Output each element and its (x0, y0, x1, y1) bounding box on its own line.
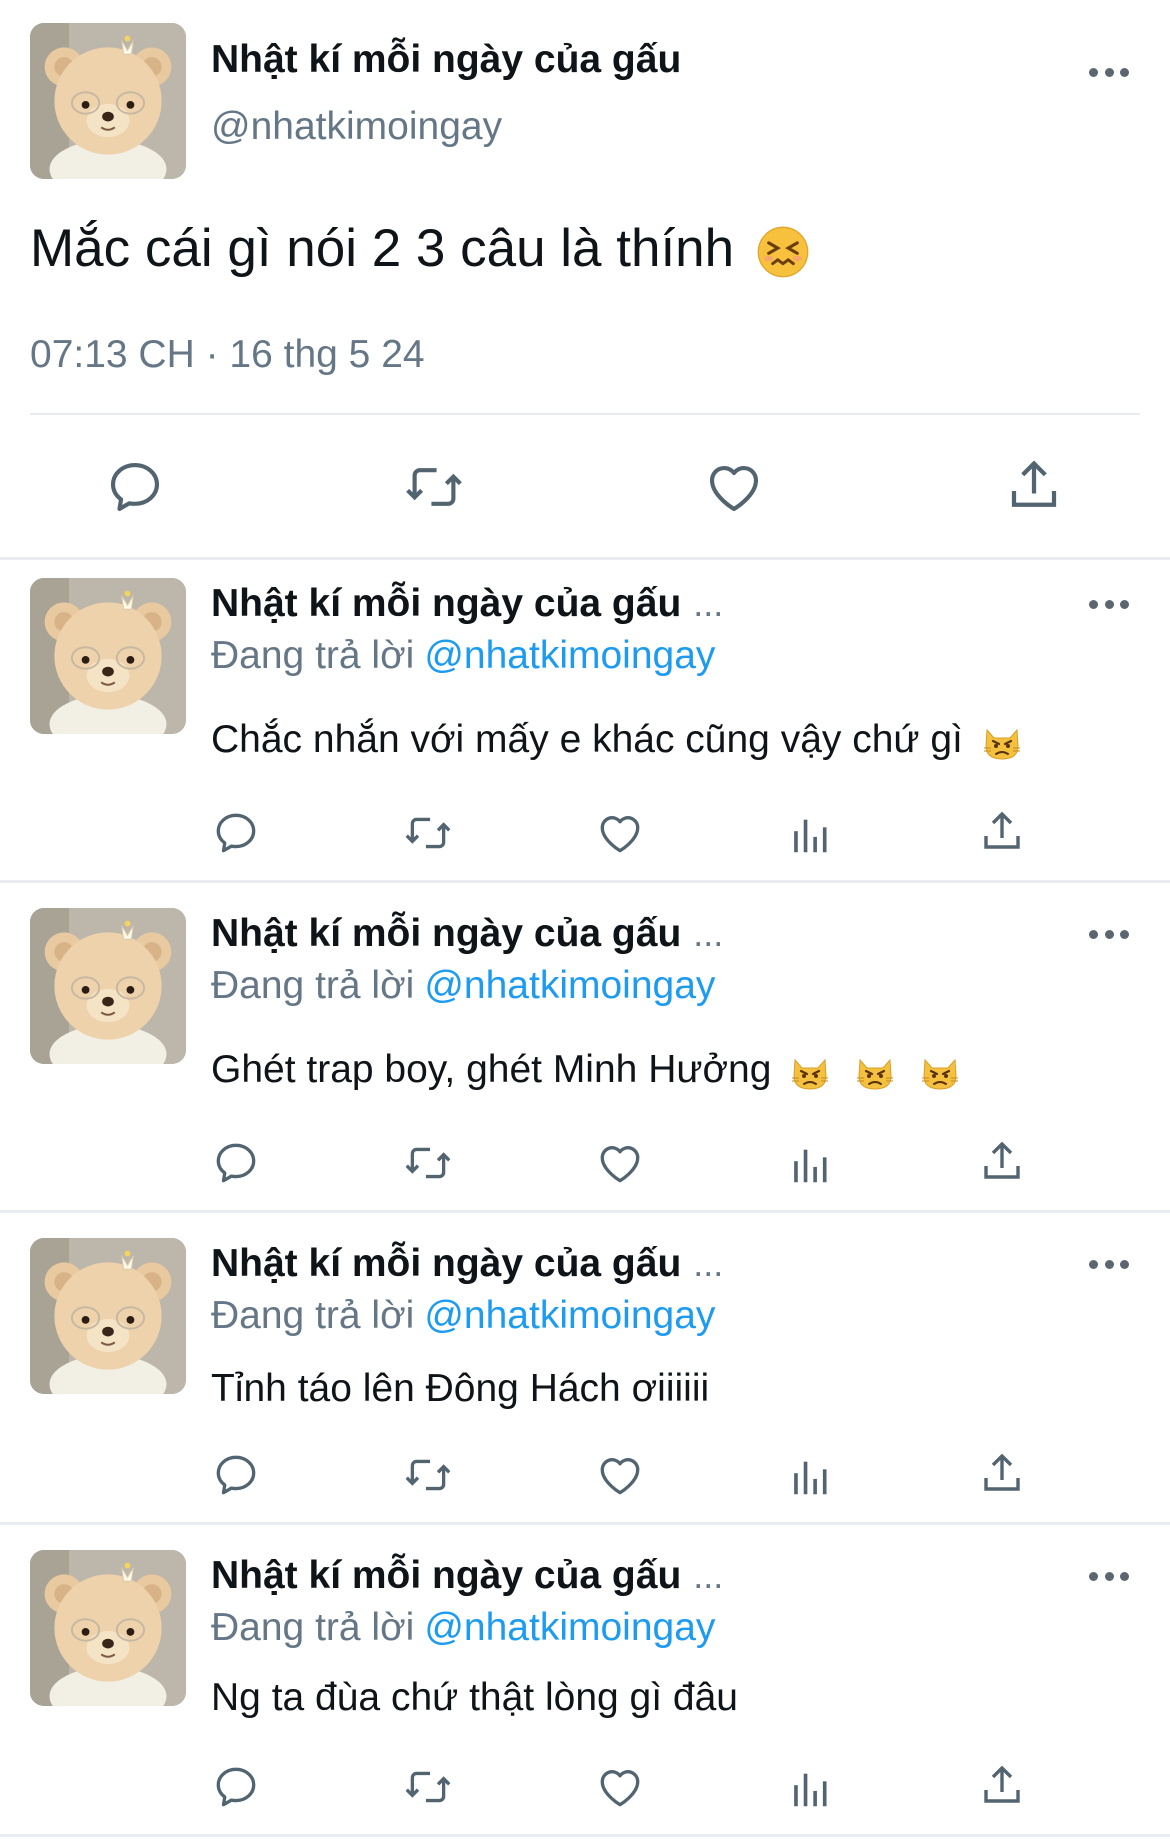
reply-header[interactable]: Nhật kí mỗi ngày của gấu... (211, 582, 723, 626)
reply-text-row: Ghét trap boy, ghét Minh Hưởng (211, 1048, 960, 1092)
retweet-icon[interactable] (401, 1450, 455, 1500)
tweet-timestamp[interactable]: 07:13 CH · 16 thg 5 24 (30, 333, 425, 377)
avatar[interactable] (30, 23, 186, 179)
mention-link[interactable]: @nhatkimoingay (424, 1294, 715, 1337)
reply-icon[interactable] (104, 456, 166, 518)
like-icon[interactable] (595, 1762, 645, 1812)
avatar[interactable] (30, 1238, 186, 1394)
retweet-icon[interactable] (401, 808, 455, 858)
tweet-text-row: Mắc cái gì nói 2 3 câu là thính (30, 218, 809, 279)
like-icon[interactable] (703, 456, 765, 518)
replying-to: Đang trả lời @nhatkimoingay (211, 634, 715, 678)
analytics-icon[interactable] (788, 1142, 834, 1188)
divider (0, 557, 1170, 560)
name-ellipsis: ... (693, 583, 724, 624)
author-handle[interactable]: @nhatkimoingay (211, 105, 502, 149)
retweet-icon[interactable] (400, 456, 468, 518)
reply-header[interactable]: Nhật kí mỗi ngày của gấu... (211, 1242, 723, 1286)
tweet-text: Mắc cái gì nói 2 3 câu là thính (30, 219, 735, 278)
pouting-cat-emoji (855, 1052, 895, 1092)
mention-link[interactable]: @nhatkimoingay (424, 1606, 715, 1649)
analytics-icon[interactable] (788, 1766, 834, 1812)
reply-icon[interactable] (211, 808, 261, 858)
replying-to: Đang trả lời @nhatkimoingay (211, 964, 715, 1008)
reply-text: Ng ta đùa chứ thật lòng gì đâu (211, 1676, 738, 1719)
reply-text: Ghét trap boy, ghét Minh Hưởng (211, 1048, 772, 1091)
author-name: Nhật kí mỗi ngày của gấu (211, 582, 682, 625)
divider (30, 413, 1140, 415)
retweet-icon[interactable] (401, 1138, 455, 1188)
replying-label: Đang trả lời (211, 964, 415, 1007)
reply-icon[interactable] (211, 1762, 261, 1812)
more-icon[interactable] (1089, 600, 1129, 612)
retweet-icon[interactable] (401, 1762, 455, 1812)
share-icon[interactable] (1004, 456, 1064, 516)
replying-label: Đang trả lời (211, 1606, 415, 1649)
reply-icon[interactable] (211, 1138, 261, 1188)
like-icon[interactable] (595, 1450, 645, 1500)
more-icon[interactable] (1089, 68, 1129, 80)
share-icon[interactable] (978, 1138, 1026, 1186)
more-icon[interactable] (1089, 1572, 1129, 1584)
name-ellipsis: ... (693, 1243, 724, 1284)
divider (0, 1522, 1170, 1525)
avatar[interactable] (30, 908, 186, 1064)
reply-text: Chắc nhắn với mấy e khác cũng vậy chứ gì (211, 718, 963, 761)
reply-text-row: Chắc nhắn với mấy e khác cũng vậy chứ gì (211, 718, 1022, 762)
pouting-cat-emoji (982, 722, 1022, 762)
reply-text: Tỉnh táo lên Đông Hách ơiiiiii (211, 1367, 710, 1410)
name-ellipsis: ... (693, 1555, 724, 1596)
reply-icon[interactable] (211, 1450, 261, 1500)
author-name[interactable]: Nhật kí mỗi ngày của gấu (211, 38, 681, 82)
replying-label: Đang trả lời (211, 634, 415, 677)
avatar[interactable] (30, 578, 186, 734)
like-icon[interactable] (595, 1138, 645, 1188)
replying-to: Đang trả lời @nhatkimoingay (211, 1294, 715, 1338)
share-icon[interactable] (978, 1450, 1026, 1498)
reply-header[interactable]: Nhật kí mỗi ngày của gấu... (211, 912, 723, 956)
name-ellipsis: ... (693, 913, 724, 954)
more-icon[interactable] (1089, 1260, 1129, 1272)
divider (0, 1210, 1170, 1213)
analytics-icon[interactable] (788, 1454, 834, 1500)
pouting-cat-emoji (790, 1052, 830, 1092)
share-icon[interactable] (978, 808, 1026, 856)
divider (0, 880, 1170, 883)
replying-to: Đang trả lời @nhatkimoingay (211, 1606, 715, 1650)
pouting-cat-emoji (920, 1052, 960, 1092)
reply-header[interactable]: Nhật kí mỗi ngày của gấu... (211, 1554, 723, 1598)
author-name: Nhật kí mỗi ngày của gấu (211, 1242, 682, 1285)
mention-link[interactable]: @nhatkimoingay (424, 964, 715, 1007)
like-icon[interactable] (595, 808, 645, 858)
confounded-face-emoji (757, 226, 809, 278)
avatar[interactable] (30, 1550, 186, 1706)
replying-label: Đang trả lời (211, 1294, 415, 1337)
analytics-icon[interactable] (788, 812, 834, 858)
share-icon[interactable] (978, 1762, 1026, 1810)
author-name: Nhật kí mỗi ngày của gấu (211, 912, 682, 955)
more-icon[interactable] (1089, 930, 1129, 942)
divider (0, 1834, 1170, 1837)
mention-link[interactable]: @nhatkimoingay (424, 634, 715, 677)
author-name: Nhật kí mỗi ngày của gấu (211, 1554, 682, 1597)
